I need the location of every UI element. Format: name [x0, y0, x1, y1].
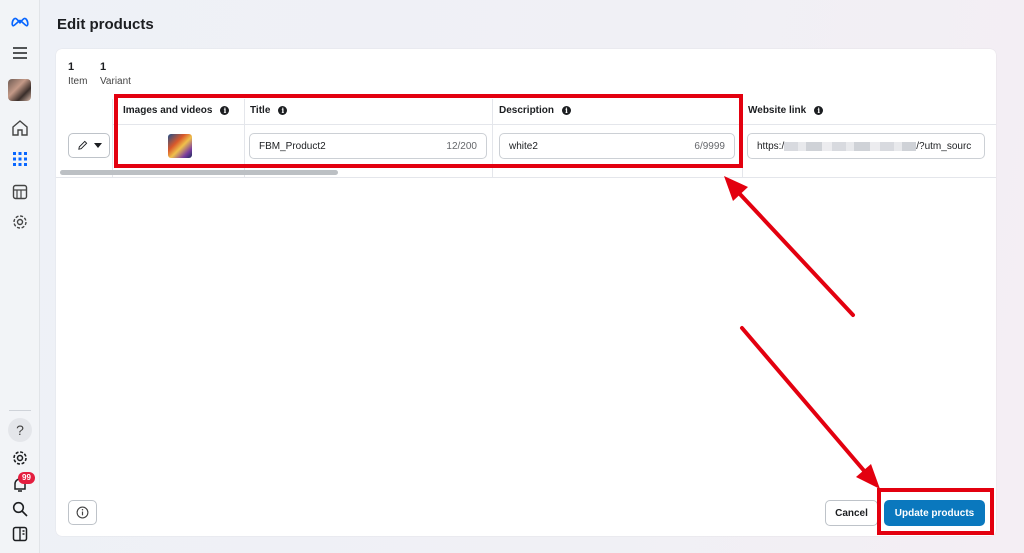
- apps-grid-icon[interactable]: [9, 148, 31, 170]
- website-prefix: https:/: [757, 140, 785, 152]
- cancel-button[interactable]: Cancel: [825, 500, 878, 526]
- meta-logo-icon[interactable]: [9, 11, 31, 33]
- info-circle-icon: [76, 506, 89, 519]
- item-count: 1: [68, 61, 75, 73]
- column-header-website-label: Website link: [748, 105, 807, 116]
- home-icon[interactable]: [9, 117, 31, 139]
- pencil-icon: [77, 140, 87, 150]
- avatar[interactable]: [8, 79, 31, 101]
- settings-icon[interactable]: [9, 211, 31, 233]
- variant-count: 1: [100, 61, 107, 73]
- highlight-box-fields: [114, 94, 743, 168]
- redacted-url-segment: [784, 141, 917, 151]
- variant-label: Variant: [100, 76, 131, 87]
- highlight-box-update-button: [877, 488, 994, 535]
- website-link-input[interactable]: https:/ /?utm_sourc: [747, 133, 985, 159]
- gear-icon[interactable]: [9, 447, 31, 469]
- notification-badge: 99: [18, 472, 35, 484]
- website-suffix: /?utm_sourc: [916, 140, 972, 152]
- search-icon[interactable]: [9, 498, 31, 520]
- row-edit-dropdown-button[interactable]: [68, 133, 110, 158]
- chevron-down-icon: [93, 143, 102, 148]
- left-navigation-rail: ? 99: [0, 0, 40, 553]
- item-count-stat: 1 Item: [68, 61, 87, 87]
- horizontal-scrollbar[interactable]: [60, 170, 338, 175]
- info-button[interactable]: [68, 500, 97, 525]
- variant-count-stat: 1 Variant: [100, 61, 131, 87]
- panel-icon[interactable]: [9, 523, 31, 545]
- column-header-website: Website link i: [748, 105, 824, 116]
- storefront-icon[interactable]: [9, 181, 31, 203]
- item-label: Item: [68, 76, 88, 87]
- page-title: Edit products: [57, 16, 154, 33]
- help-icon[interactable]: ?: [8, 418, 32, 442]
- menu-icon[interactable]: [9, 42, 31, 64]
- info-icon[interactable]: i: [814, 106, 824, 115]
- table-bottom-divider: [56, 177, 996, 178]
- column-divider: [112, 99, 113, 178]
- rail-divider: [9, 410, 31, 411]
